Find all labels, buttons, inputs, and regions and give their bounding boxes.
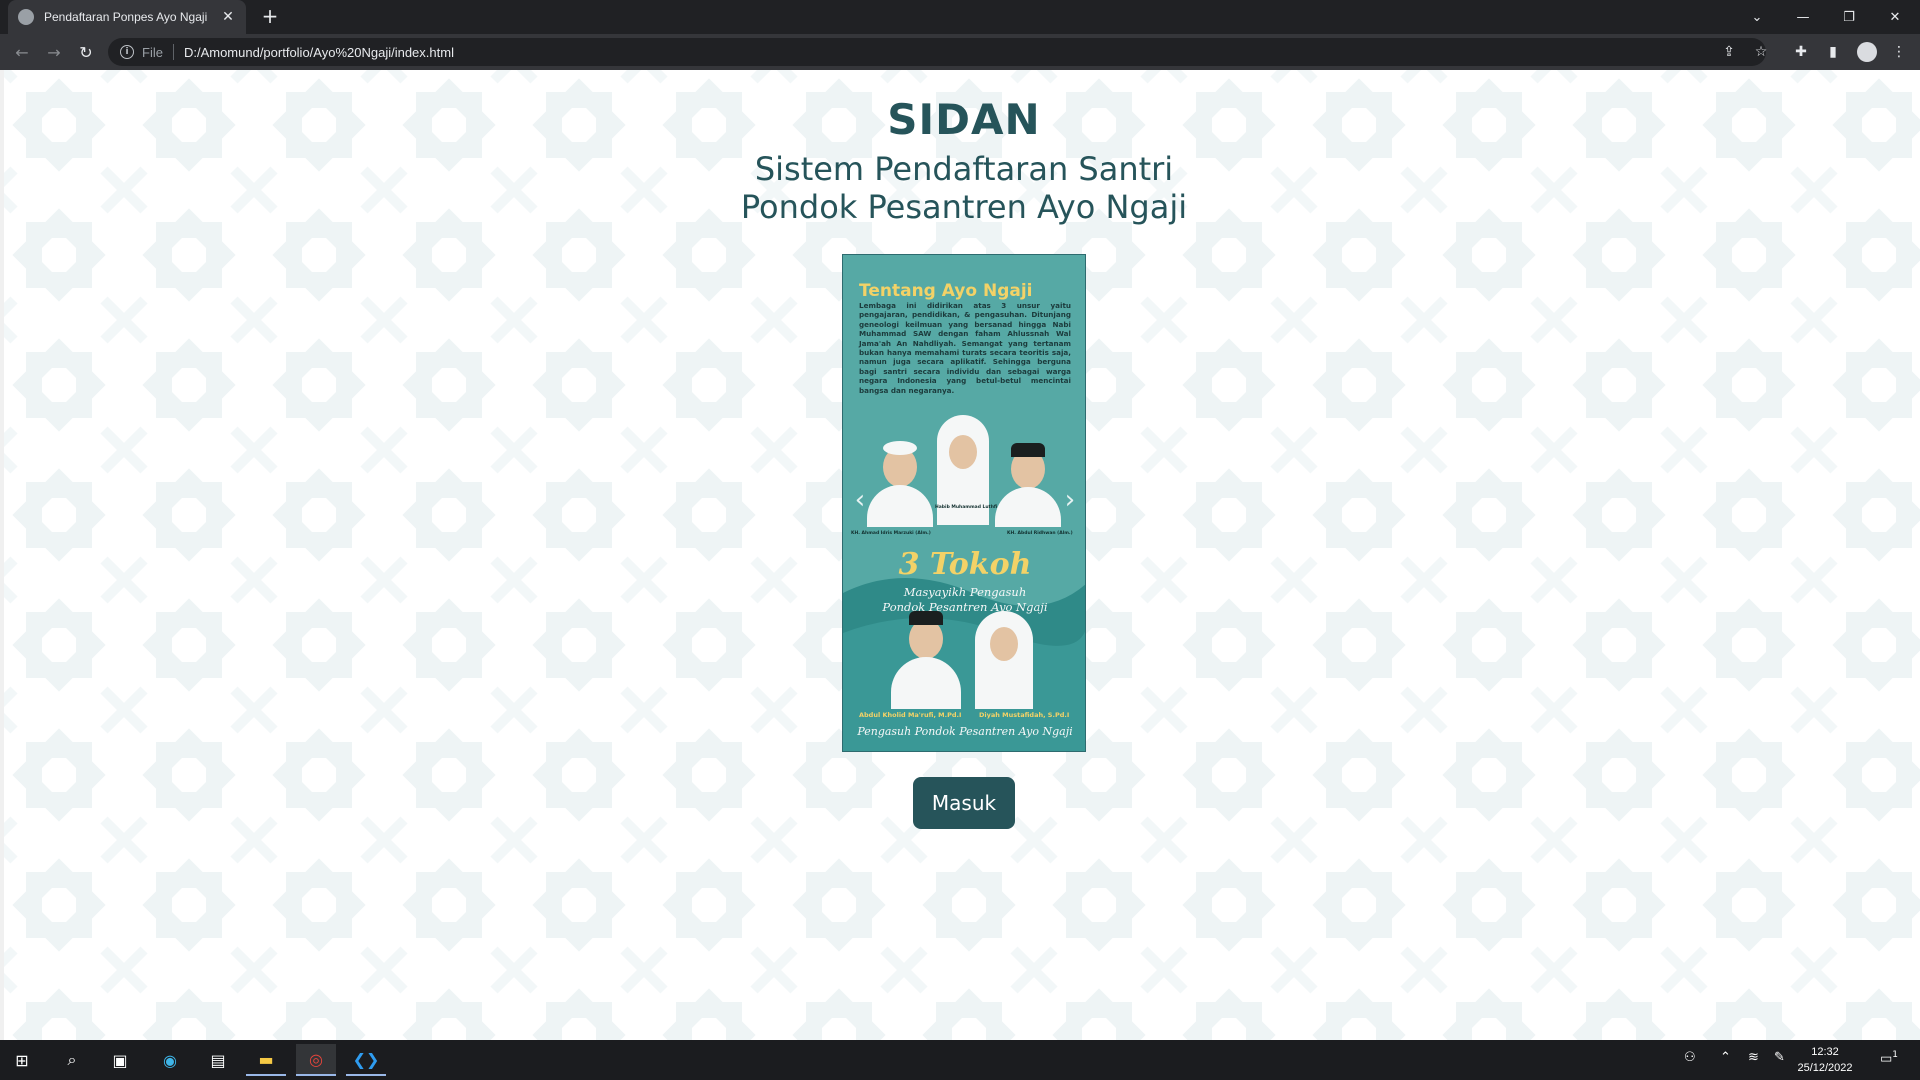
task-view-icon[interactable]: ▣ — [100, 1044, 140, 1076]
notification-count: 1 — [1892, 1050, 1899, 1060]
page-subtitle-line2: Pondok Pesantren Ayo Ngaji — [740, 188, 1188, 226]
page-subtitle-line1: Sistem Pendaftaran Santri — [754, 150, 1174, 188]
caption-bottom-left: Abdul Kholid Ma'rufi, M.Pd.I — [859, 711, 962, 719]
tab-close-button[interactable]: ✕ — [220, 9, 236, 25]
caption-center: Habib Muhammad Luthfi — [935, 505, 998, 510]
back-icon[interactable]: ← — [10, 40, 34, 64]
tokoh-subtitle-1: Masyayikh Pengasuh — [903, 585, 1027, 599]
minimize-button[interactable]: — — [1780, 0, 1826, 34]
bookmark-star-icon[interactable]: ☆ — [1750, 41, 1772, 63]
caption-left: KH. Ahmad Idris Marzuki (Alm.) — [851, 531, 931, 536]
wifi-icon[interactable]: ≋ — [1748, 1050, 1759, 1065]
side-panel-icon[interactable]: ▮ — [1822, 41, 1844, 63]
windows-start-icon[interactable]: ⊞ — [2, 1044, 42, 1076]
browser-tabstrip: Pendaftaran Ponpes Ayo Ngaji ✕ + ⌄ — ❐ ✕ — [0, 0, 1920, 34]
menu-kebab-icon[interactable]: ⋮ — [1888, 41, 1910, 63]
system-clock[interactable]: 12:32 25/12/2022 — [1790, 1044, 1860, 1076]
page-viewport: SIDAN Sistem Pendaftaran Santri Pondok P… — [0, 70, 1920, 1040]
url-scheme: File — [142, 44, 163, 60]
share-icon[interactable]: ⇪ — [1718, 41, 1740, 63]
poster-carousel: Tentang Ayo Ngaji Lembaga ini didirikan … — [842, 254, 1086, 752]
caption-bottom-right: Diyah Mustafidah, S.Pd.I — [979, 711, 1070, 719]
tray-chevron-icon[interactable]: ⌃ — [1720, 1050, 1731, 1065]
extensions-icon[interactable]: ✚ — [1790, 41, 1812, 63]
figure-bottom-left — [889, 605, 963, 709]
caption-right: KH. Abdul Ridhwan (Alm.) — [1007, 531, 1073, 536]
pen-icon[interactable]: ✎ — [1774, 1050, 1785, 1065]
omnibox-divider — [172, 44, 174, 60]
file-explorer-icon[interactable]: ▬ — [246, 1044, 286, 1076]
carousel-next-arrow[interactable]: › — [1061, 485, 1079, 515]
tokoh-subtitle-2: Pondok Pesantren Ayo Ngaji — [882, 600, 1048, 614]
browser-toolbar: ← → ↻ i File D:/Amomund/portfolio/Ayo%20… — [0, 34, 1920, 70]
notification-icon[interactable]: ▭1 — [1880, 1050, 1898, 1066]
reload-icon[interactable]: ↻ — [74, 40, 98, 64]
forward-icon[interactable]: → — [42, 40, 66, 64]
people-icon[interactable]: ⚇ — [1684, 1050, 1696, 1065]
browser-tab[interactable]: Pendaftaran Ponpes Ayo Ngaji ✕ — [8, 0, 246, 34]
poster-title: Tentang Ayo Ngaji — [859, 281, 1033, 301]
chrome-icon[interactable]: ◎ — [296, 1044, 336, 1076]
address-bar[interactable]: i File D:/Amomund/portfolio/Ayo%20Ngaji/… — [108, 38, 1766, 66]
tab-search-icon[interactable]: ⌄ — [1734, 0, 1780, 34]
tab-title: Pendaftaran Ponpes Ayo Ngaji — [44, 10, 208, 24]
profile-avatar[interactable] — [1857, 42, 1877, 62]
poster-description: Lembaga ini didirikan atas 3 unsur yaitu… — [859, 301, 1071, 395]
figure-left — [865, 437, 935, 527]
page-title: SIDAN — [887, 95, 1041, 144]
edge-icon[interactable]: ◉ — [150, 1044, 190, 1076]
window-close-button[interactable]: ✕ — [1872, 0, 1918, 34]
store-icon[interactable]: ▤ — [198, 1044, 238, 1076]
tokoh-title: 3 Tokoh — [898, 547, 1032, 582]
windows-taskbar: ⊞ ⌕ ▣ ◉ ▤ ▬ ◎ ❮❯ ⚇ ⌃ ≋ ✎ 12:32 25/12/202… — [0, 1040, 1920, 1080]
clock-date: 25/12/2022 — [1797, 1062, 1853, 1074]
globe-icon — [18, 9, 34, 25]
poster-footer-title: Pengasuh Pondok Pesantren Ayo Ngaji — [857, 725, 1073, 738]
url-text[interactable]: D:/Amomund/portfolio/Ayo%20Ngaji/index.h… — [184, 45, 454, 60]
new-tab-button[interactable]: + — [258, 5, 282, 29]
clock-time: 12:32 — [1811, 1046, 1839, 1058]
figure-bottom-right — [971, 611, 1037, 709]
login-button[interactable]: Masuk — [913, 777, 1015, 829]
vscode-icon[interactable]: ❮❯ — [346, 1044, 386, 1076]
site-info-icon[interactable]: i — [120, 45, 134, 59]
restore-button[interactable]: ❐ — [1826, 0, 1872, 34]
search-icon[interactable]: ⌕ — [52, 1044, 92, 1076]
figure-right — [993, 441, 1063, 527]
carousel-prev-arrow[interactable]: ‹ — [851, 485, 869, 515]
